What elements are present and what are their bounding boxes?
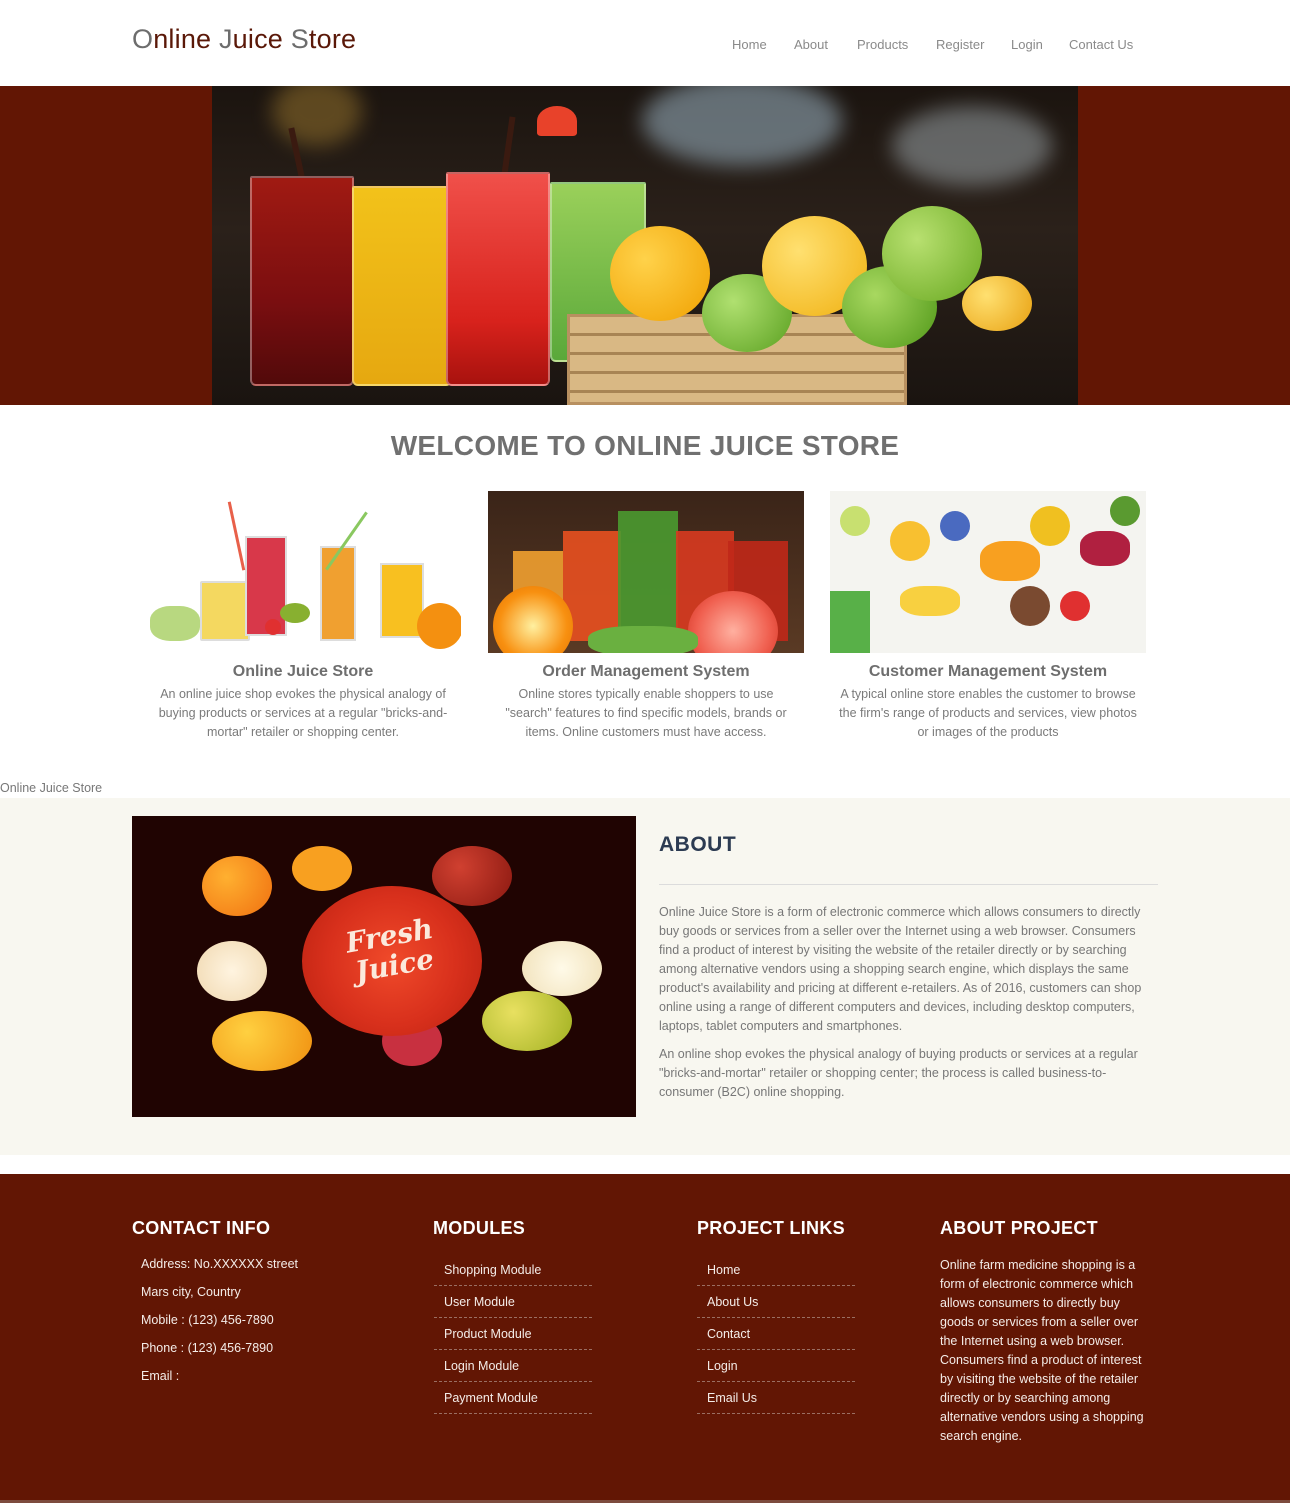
module-link-payment[interactable]: Payment Module <box>444 1391 538 1405</box>
list-item: Login Module <box>434 1350 592 1382</box>
card-image <box>145 491 461 653</box>
module-link-product[interactable]: Product Module <box>444 1327 532 1341</box>
feature-card: Online Juice Store An online juice shop … <box>145 491 461 742</box>
stray-site-label: Online Juice Store <box>0 781 103 795</box>
card-image <box>830 491 1146 653</box>
footer-about-text: Online farm medicine shopping is a form … <box>940 1258 1144 1443</box>
nav-home[interactable]: Home <box>732 37 767 52</box>
card-title: Online Juice Store <box>232 663 374 680</box>
footer-link-login[interactable]: Login <box>707 1359 738 1373</box>
footer-contact-title: CONTACT INFO <box>132 1218 271 1238</box>
about-divider <box>659 884 1158 885</box>
list-item: Payment Module <box>434 1382 592 1414</box>
project-links-list: Home About Us Contact Login Email Us <box>697 1254 855 1414</box>
module-link-login[interactable]: Login Module <box>444 1359 519 1373</box>
footer-about-title: ABOUT PROJECT <box>940 1218 1098 1238</box>
list-item: User Module <box>434 1286 592 1318</box>
contact-address: Address: No.XXXXXX street <box>141 1257 299 1271</box>
hero-image <box>212 86 1078 405</box>
card-text: An online juice shop evokes the physical… <box>158 687 448 739</box>
contact-city: Mars city, Country <box>141 1285 241 1299</box>
list-item: Login <box>697 1350 855 1382</box>
welcome-heading: WELCOME TO ONLINE JUICE STORE <box>390 430 900 461</box>
nav-register[interactable]: Register <box>936 37 984 52</box>
list-item: Email Us <box>697 1382 855 1414</box>
footer-modules-title: MODULES <box>433 1218 526 1238</box>
card-text: Online stores typically enable shoppers … <box>505 687 787 739</box>
site-footer: CONTACT INFO Address: No.XXXXXX street M… <box>0 1174 1290 1500</box>
list-item: Product Module <box>434 1318 592 1350</box>
list-item: Shopping Module <box>434 1254 592 1286</box>
footer-link-home[interactable]: Home <box>707 1263 740 1277</box>
about-paragraph: Online Juice Store is a form of electron… <box>659 905 1142 1033</box>
main-nav: Home About Products Register Login Conta… <box>0 37 1290 57</box>
list-item: About Us <box>697 1286 855 1318</box>
card-image <box>488 491 804 653</box>
nav-contact-us[interactable]: Contact Us <box>1069 37 1133 52</box>
about-paragraph: An online shop evokes the physical analo… <box>659 1047 1138 1099</box>
nav-about[interactable]: About <box>794 37 828 52</box>
fresh-juice-image: Fresh Juice <box>132 816 636 1117</box>
site-header: Online Juice Store Home About Products R… <box>0 0 1290 86</box>
about-section: Fresh Juice ABOUT Online Juice Store is a… <box>0 798 1290 1155</box>
contact-phone: Phone : (123) 456-7890 <box>141 1341 274 1355</box>
module-link-user[interactable]: User Module <box>444 1295 515 1309</box>
footer-link-email[interactable]: Email Us <box>707 1391 757 1405</box>
about-title: ABOUT <box>659 833 737 856</box>
feature-card: Customer Management System A typical onl… <box>830 491 1146 742</box>
module-link-shopping[interactable]: Shopping Module <box>444 1263 541 1277</box>
feature-card: Order Management System Online stores ty… <box>488 491 804 742</box>
contact-email: Email : <box>141 1369 180 1383</box>
modules-list: Shopping Module User Module Product Modu… <box>434 1254 592 1414</box>
hero-banner <box>0 86 1290 405</box>
contact-mobile: Mobile : (123) 456-7890 <box>141 1313 274 1327</box>
footer-links-title: PROJECT LINKS <box>697 1218 845 1238</box>
nav-login[interactable]: Login <box>1011 37 1043 52</box>
nav-products[interactable]: Products <box>857 37 908 52</box>
footer-link-contact[interactable]: Contact <box>707 1327 750 1341</box>
card-text: A typical online store enables the custo… <box>839 687 1137 739</box>
list-item: Contact <box>697 1318 855 1350</box>
list-item: Home <box>697 1254 855 1286</box>
footer-link-about[interactable]: About Us <box>707 1295 758 1309</box>
card-title: Order Management System <box>542 663 750 680</box>
card-title: Customer Management System <box>868 663 1108 680</box>
